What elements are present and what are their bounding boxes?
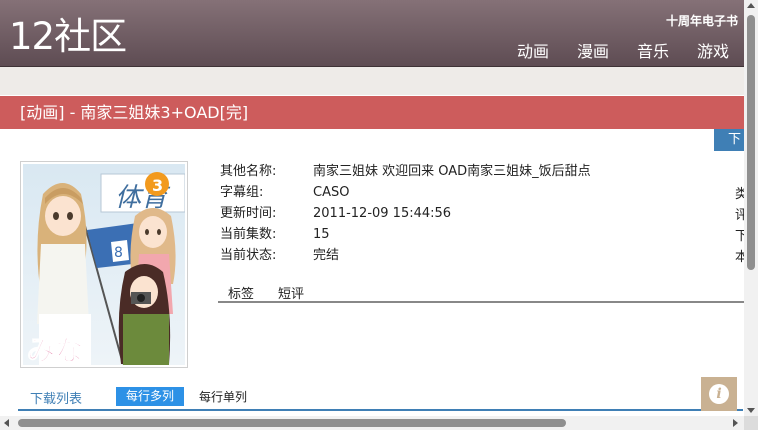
- info-value: 15: [313, 227, 330, 242]
- multi-column-button[interactable]: 每行多列: [116, 387, 184, 406]
- page-title-bar: [动画] - 南家三姐妹3+OAD[完]: [0, 96, 758, 129]
- horizontal-scroll-thumb[interactable]: [18, 419, 566, 427]
- info-value: 完结: [313, 248, 340, 263]
- anniversary-ebook-link[interactable]: 十周年电子书: [666, 12, 738, 29]
- info-value: CASO: [313, 185, 350, 200]
- site-header: 12社区 十周年电子书 动画 漫画 音乐 游戏: [0, 0, 758, 67]
- download-list-bar: 下载列表 每行多列 每行单列: [18, 386, 743, 411]
- download-list-title[interactable]: 下载列表: [30, 388, 82, 407]
- cover-image: 体育 3 8 みな: [20, 161, 188, 368]
- info-value: 2011-12-09 15:44:56: [313, 206, 452, 221]
- site-logo[interactable]: 12社区: [9, 14, 127, 60]
- info-row-subtitle-group: 字幕组: CASO: [220, 182, 591, 203]
- info-button[interactable]: i: [701, 377, 737, 411]
- tab-short-reviews[interactable]: 短评: [278, 283, 304, 302]
- scroll-left-arrow-icon[interactable]: [4, 419, 9, 427]
- vertical-scroll-thumb[interactable]: [747, 15, 755, 270]
- svg-text:3: 3: [152, 176, 163, 195]
- nav-games[interactable]: 游戏: [697, 38, 729, 62]
- scrollbar-corner: [744, 416, 758, 430]
- info-value: 南家三姐妹 欢迎回来 OAD南家三姐妹_饭后甜点: [313, 164, 591, 179]
- info-row-other-names: 其他名称: 南家三姐妹 欢迎回来 OAD南家三姐妹_饭后甜点: [220, 161, 591, 182]
- scroll-down-arrow-icon[interactable]: [747, 408, 755, 413]
- detail-tabs: 标签 短评: [218, 281, 748, 303]
- scroll-up-arrow-icon[interactable]: [747, 3, 755, 8]
- info-row-status: 当前状态: 完结: [220, 245, 591, 266]
- info-icon: i: [709, 384, 729, 404]
- info-label: 更新时间:: [220, 206, 277, 221]
- sub-bar: [0, 67, 758, 95]
- vertical-scrollbar[interactable]: [744, 0, 758, 430]
- info-label: 当前状态:: [220, 248, 277, 263]
- svg-text:みな: みな: [27, 334, 83, 365]
- info-label: 字幕组:: [220, 185, 264, 200]
- nav-anime[interactable]: 动画: [517, 38, 549, 62]
- svg-text:8: 8: [114, 245, 123, 261]
- single-column-button[interactable]: 每行单列: [199, 388, 247, 405]
- nav-music[interactable]: 音乐: [637, 38, 669, 62]
- scroll-right-arrow-icon[interactable]: [733, 419, 738, 427]
- cover-illustration: 体育 3 8 みな: [23, 164, 186, 368]
- page-title: [动画] - 南家三姐妹3+OAD[完]: [20, 103, 249, 122]
- tab-tags[interactable]: 标签: [228, 283, 254, 302]
- horizontal-scrollbar[interactable]: [0, 416, 744, 430]
- main-nav: 动画 漫画 音乐 游戏: [517, 38, 729, 62]
- nav-manga[interactable]: 漫画: [577, 38, 609, 62]
- info-row-update-time: 更新时间: 2011-12-09 15:44:56: [220, 203, 591, 224]
- info-table: 其他名称: 南家三姐妹 欢迎回来 OAD南家三姐妹_饭后甜点 字幕组: CASO 更…: [220, 161, 591, 266]
- info-row-episode-count: 当前集数: 15: [220, 224, 591, 245]
- info-label: 当前集数:: [220, 227, 277, 242]
- info-label: 其他名称:: [220, 164, 277, 179]
